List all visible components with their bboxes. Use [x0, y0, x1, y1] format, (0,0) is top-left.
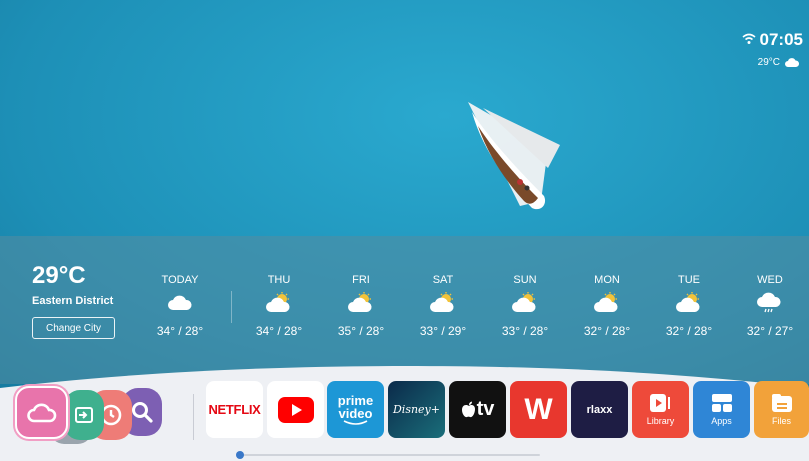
library-play-icon [649, 394, 670, 412]
forecast-day-label: SAT [432, 274, 454, 286]
forecast-day: TUE 32° / 28° [654, 274, 724, 338]
apps-grid-icon [711, 394, 732, 412]
apple-icon [461, 401, 475, 417]
forecast-range: 34° / 28° [156, 324, 204, 338]
current-temperature: 29°C [32, 262, 86, 289]
forecast-range: 32° / 28° [665, 324, 713, 338]
status-bar: 07:05 [742, 30, 803, 50]
files-label: Files [771, 416, 791, 426]
weather-panel: 29°C Eastern District Change City TODAY … [0, 236, 809, 384]
cloud-icon [145, 292, 215, 318]
forecast-day-label: TUE [678, 274, 700, 286]
dock-scroll-thumb[interactable] [236, 451, 244, 459]
files-app[interactable]: Files [754, 381, 809, 438]
partly-sunny-icon [572, 292, 642, 318]
apps-label: Apps [711, 416, 732, 426]
wps-office-app[interactable]: W [510, 381, 567, 438]
rlaxx-logo: rlaxx [586, 403, 613, 416]
apple-tv-label: tv [476, 398, 495, 420]
prime-video-logo-line2: video [338, 405, 373, 421]
partly-sunny-icon [490, 292, 560, 318]
files-folder-icon [771, 394, 792, 412]
forecast-range: 34° / 28° [255, 324, 303, 338]
input-source-icon[interactable] [64, 390, 104, 440]
partly-sunny-icon [326, 292, 396, 318]
partly-sunny-icon [244, 292, 314, 318]
wps-logo: W [524, 392, 553, 426]
rain-cloud-icon [735, 292, 805, 318]
partly-sunny-icon [408, 292, 478, 318]
wifi-icon [742, 32, 756, 48]
cloud-icon[interactable] [15, 386, 68, 439]
change-city-button[interactable]: Change City [32, 317, 115, 339]
forecast-range: 33° / 28° [501, 324, 549, 338]
prime-video-logo-line1: prime [337, 392, 374, 408]
disney-plus-app[interactable]: Disney+ [388, 381, 445, 438]
partly-sunny-icon [654, 292, 724, 318]
cloud-icon [785, 58, 799, 67]
netflix-logo: NETFLIX [208, 402, 261, 417]
forecast-day-label: MON [594, 274, 620, 286]
forecast-day: SUN 33° / 28° [490, 274, 560, 338]
apps-launcher[interactable]: Apps [693, 381, 750, 438]
status-weather: 29°C [758, 57, 799, 68]
disney-plus-logo: Disney+ [392, 403, 440, 416]
forecast-day: TODAY 34° / 28° [145, 274, 215, 338]
youtube-app[interactable] [267, 381, 324, 438]
forecast-range: 32° / 28° [583, 324, 631, 338]
forecast-day: FRI 35° / 28° [326, 274, 396, 338]
dock-scrollbar[interactable] [240, 454, 540, 456]
forecast-day-label: THU [267, 274, 291, 286]
prime-video-app[interactable]: prime video [327, 381, 384, 438]
forecast-day-label: FRI [352, 274, 370, 286]
library-label: Library [646, 416, 675, 426]
forecast-day: MON 32° / 28° [572, 274, 642, 338]
forecast-range: 32° / 27° [746, 324, 794, 338]
netflix-app[interactable]: NETFLIX [206, 381, 263, 438]
district-name: Eastern District [32, 295, 114, 307]
library-app[interactable]: Library [632, 381, 689, 438]
forecast-day: THU 34° / 28° [244, 274, 314, 338]
tv-home-screen: 07:05 29°C 29°C Eastern District Change … [0, 0, 809, 461]
prime-smile-icon [343, 419, 367, 425]
forecast-day-label: TODAY [161, 274, 199, 286]
forecast-day: WED 32° / 27° [735, 274, 805, 338]
forecast-day-label: WED [757, 274, 783, 286]
forecast-day-label: SUN [513, 274, 537, 286]
dock-separator [193, 394, 194, 440]
forecast-day: SAT 33° / 29° [408, 274, 478, 338]
youtube-logo [277, 396, 314, 423]
app-dock: NETFLIX prime video Disney+ tv W rlaxx L… [0, 366, 809, 461]
status-temp: 29°C [757, 57, 780, 68]
clock-time: 07:05 [759, 30, 803, 49]
rlaxx-tv-app[interactable]: rlaxx [571, 381, 628, 438]
apple-tv-app[interactable]: tv [449, 381, 506, 438]
forecast-divider [231, 291, 232, 323]
forecast-range: 35° / 28° [337, 324, 385, 338]
forecast-range: 33° / 29° [419, 324, 467, 338]
